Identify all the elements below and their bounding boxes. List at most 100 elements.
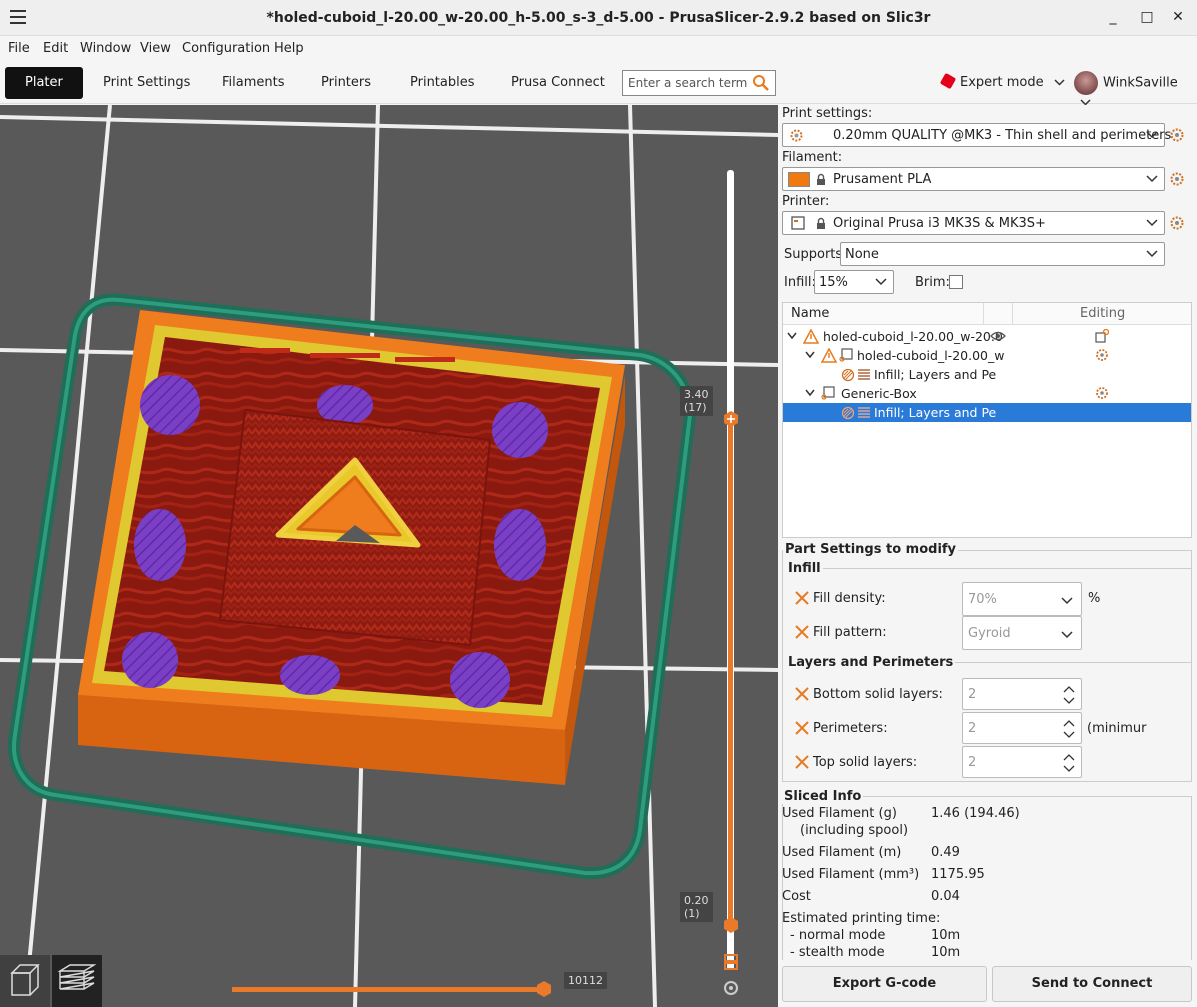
bottom-solid-layers-spinner[interactable]: 2 [962, 678, 1082, 710]
move-slider-track[interactable] [232, 987, 547, 992]
search-icon[interactable] [752, 74, 770, 92]
column-editing[interactable]: Editing [1080, 306, 1125, 321]
tab-print-settings[interactable]: Print Settings [83, 67, 210, 99]
main-tabs: Plater Print Settings Filaments Printers… [0, 62, 1197, 106]
mode-selector[interactable]: Expert mode [939, 72, 1065, 93]
info-label: Used Filament (g) [782, 806, 897, 821]
remove-setting-icon[interactable] [795, 591, 809, 605]
bottom-layer-handle[interactable] [722, 916, 740, 934]
fill-density-unit: % [1088, 591, 1101, 606]
top-solid-layers-spinner[interactable]: 2 [962, 746, 1082, 778]
settings-cog-icon[interactable] [722, 979, 740, 997]
chevron-down-icon[interactable] [787, 332, 797, 340]
info-label: Used Filament (m) [782, 845, 902, 860]
fill-pattern-combo[interactable]: Gyroid [962, 616, 1082, 650]
spin-arrows-icon[interactable] [1063, 717, 1075, 741]
maximize-button[interactable]: □ [1138, 8, 1156, 26]
top-layer-label: 3.40 (17) [680, 386, 713, 416]
info-value: 1.46 (194.46) [931, 806, 1020, 821]
move-slider-handle[interactable] [535, 980, 553, 998]
gear-icon[interactable] [1169, 215, 1185, 231]
infill-icon [841, 368, 855, 382]
printer-label: Printer: [782, 194, 830, 209]
chevron-down-icon[interactable] [805, 351, 815, 359]
list-item-part[interactable]: holed-cuboid_l-20.00_w [783, 346, 1191, 365]
part-icon [839, 348, 853, 362]
tab-printers[interactable]: Printers [301, 67, 391, 99]
info-label: (including spool) [800, 823, 909, 838]
chevron-down-icon[interactable] [805, 389, 815, 397]
chevron-down-icon [1061, 597, 1073, 605]
avatar [1074, 71, 1098, 95]
remove-setting-icon[interactable] [795, 687, 809, 701]
object-list-header: Name Editing [783, 303, 1191, 325]
spin-arrows-icon[interactable] [1063, 683, 1075, 707]
menu-configuration[interactable]: Configuration [182, 41, 270, 56]
remove-setting-icon[interactable] [795, 755, 809, 769]
menu-view[interactable]: View [140, 41, 171, 56]
infill-label: Infill: [784, 275, 816, 290]
menu-window[interactable]: Window [80, 41, 131, 56]
perimeters-spinner[interactable]: 2 [962, 712, 1082, 744]
menu-file[interactable]: File [8, 41, 30, 56]
info-label: - stealth mode [790, 945, 885, 960]
send-to-connect-button[interactable]: Send to Connect [992, 966, 1192, 1002]
spin-arrows-icon[interactable] [1063, 751, 1075, 775]
tab-printables[interactable]: Printables [390, 67, 495, 99]
gear-icon[interactable] [1095, 348, 1109, 362]
eye-icon[interactable] [990, 330, 1006, 342]
cog-edit-icon[interactable] [722, 953, 740, 973]
infill-combo[interactable]: 15% [814, 270, 894, 294]
print-settings-combo[interactable]: 0.20mm QUALITY @MK3 - Thin shell and per… [782, 123, 1171, 147]
tab-plater[interactable]: Plater [5, 67, 83, 99]
remove-setting-icon[interactable] [795, 625, 809, 639]
print-settings-icon [790, 129, 803, 142]
filament-combo[interactable]: Prusament PLA [782, 167, 1165, 191]
object-list[interactable]: Name Editing holed-cuboid_l-20.00_w-20.0… [782, 302, 1192, 538]
warning-icon [803, 329, 819, 344]
search-input[interactable]: Enter a search term [622, 70, 776, 96]
supports-combo[interactable]: None [840, 242, 1165, 266]
layer-slider-range [728, 418, 733, 926]
export-gcode-button[interactable]: Export G-code [782, 966, 987, 1002]
column-name[interactable]: Name [791, 306, 829, 321]
expert-mode-icon [939, 72, 957, 90]
top-layer-number: (17) [684, 401, 707, 414]
list-item-modifier-settings[interactable]: Infill; Layers and Pe [783, 403, 1191, 422]
search-placeholder: Enter a search term [628, 76, 748, 90]
list-item-settings[interactable]: Infill; Layers and Pe [783, 365, 1191, 384]
filament-color-swatch [788, 172, 810, 187]
minimize-button[interactable]: _ [1104, 8, 1122, 26]
menu-help[interactable]: Help [274, 41, 304, 56]
infill-group-title: Infill [786, 561, 823, 576]
lock-icon [817, 173, 825, 185]
close-button[interactable]: ✕ [1169, 8, 1187, 26]
modifier-icon [821, 386, 835, 400]
perimeters-label: Perimeters: [813, 721, 888, 736]
gear-icon[interactable] [1169, 127, 1185, 143]
list-item-modifier[interactable]: Generic-Box [783, 384, 1191, 403]
edit-object-icon[interactable] [1095, 329, 1109, 343]
preview-view-button[interactable] [52, 955, 102, 1007]
gear-icon[interactable] [1095, 386, 1109, 400]
menu-edit[interactable]: Edit [43, 41, 68, 56]
object-name: holed-cuboid_l-20.00_w-20.0 [823, 329, 1003, 344]
gear-icon[interactable] [1169, 171, 1185, 187]
brim-checkbox[interactable] [949, 275, 963, 289]
printer-combo[interactable]: Original Prusa i3 MK3S & MK3S+ [782, 211, 1165, 235]
3d-view-button[interactable] [0, 955, 50, 1007]
3d-viewport[interactable]: 3.40 (17) 0.20 (1) 10112 [0, 105, 778, 1007]
perimeters-note: (minimur [1087, 721, 1147, 736]
tab-filaments[interactable]: Filaments [202, 67, 305, 99]
top-layer-handle[interactable] [722, 410, 740, 428]
info-label: - normal mode [790, 928, 886, 943]
list-item-object[interactable]: holed-cuboid_l-20.00_w-20.0 [783, 327, 1191, 346]
column-divider [983, 303, 984, 325]
layers-group-title: Layers and Perimeters [786, 655, 956, 670]
bottom-solid-layers-value: 2 [968, 687, 977, 702]
tab-prusa-connect[interactable]: Prusa Connect [491, 67, 625, 99]
remove-setting-icon[interactable] [795, 721, 809, 735]
info-value: 1175.95 [931, 867, 985, 882]
fill-density-combo[interactable]: 70% [962, 582, 1082, 616]
info-value: 0.04 [931, 889, 960, 904]
